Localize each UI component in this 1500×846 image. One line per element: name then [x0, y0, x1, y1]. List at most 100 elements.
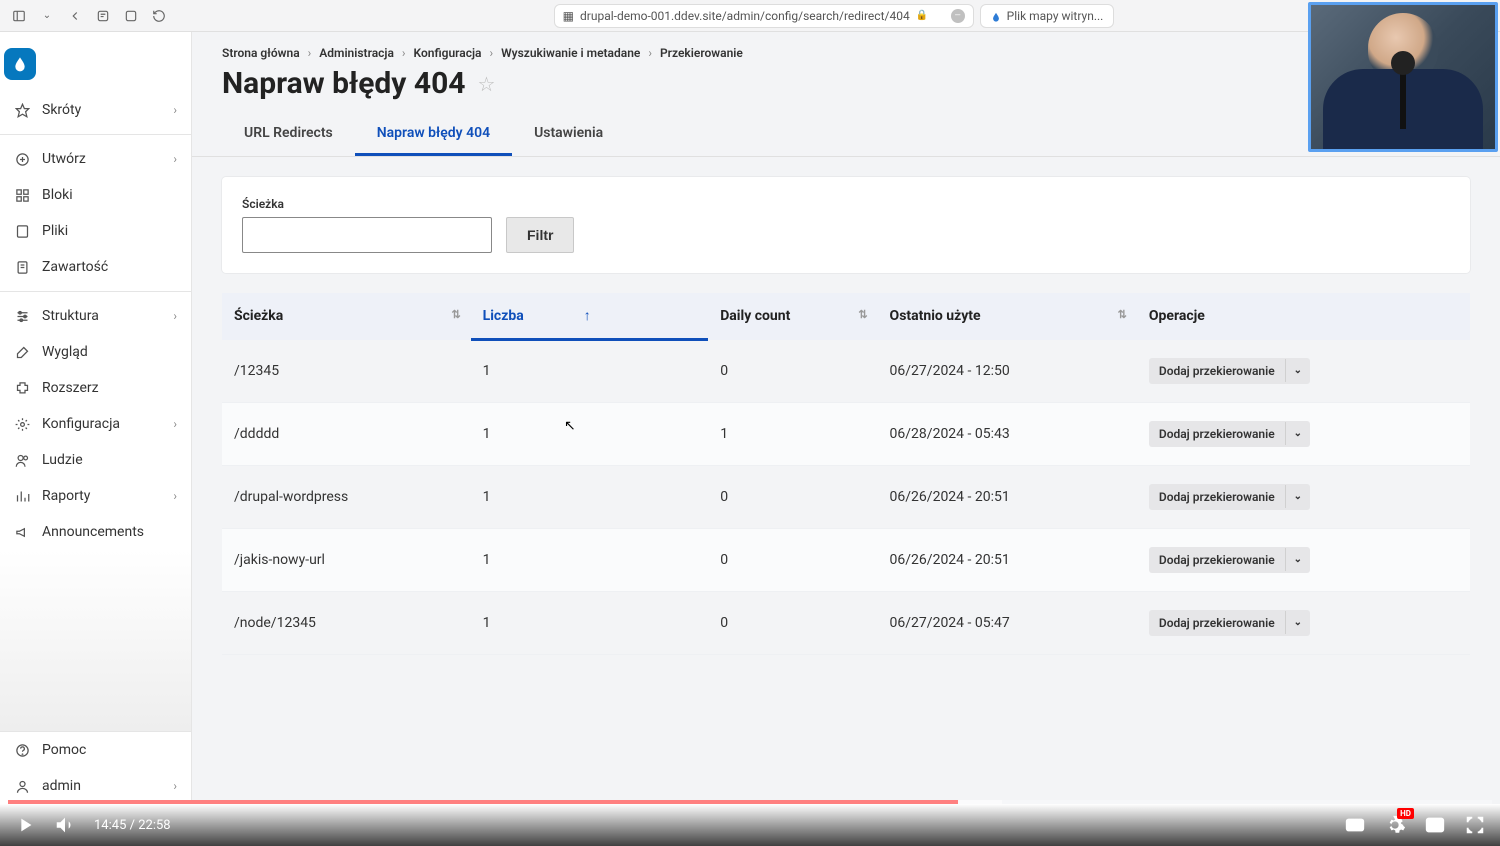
column-header[interactable]: Daily count⇅	[708, 293, 877, 340]
play-button[interactable]	[14, 814, 36, 836]
sidebar-item-label: Konfiguracja	[42, 416, 120, 432]
cell-last: 06/26/2024 - 20:51	[878, 528, 1137, 591]
tabs: URL RedirectsNapraw błędy 404Ustawienia	[192, 113, 1500, 157]
sidebar-item-label: Struktura	[42, 308, 99, 324]
chevron-right-icon: ›	[173, 152, 177, 166]
sidebar-item-label: Raporty	[42, 488, 90, 504]
add-redirect-button[interactable]: Dodaj przekierowanie⌄	[1149, 358, 1310, 384]
bookmark-pill[interactable]: Plik mapy witryn...	[980, 4, 1115, 28]
sidebar-item-chart[interactable]: Raporty›	[0, 478, 191, 514]
breadcrumb-link[interactable]: Konfiguracja	[414, 46, 482, 60]
sidebar-item-sliders[interactable]: Struktura›	[0, 298, 191, 334]
filter-button[interactable]: Filtr	[506, 217, 574, 253]
redirect-table: Ścieżka⇅Liczba↑Daily count⇅Ostatnio użyt…	[222, 293, 1470, 655]
add-redirect-button[interactable]: Dodaj przekierowanie⌄	[1149, 547, 1310, 573]
sidebar-item-label: admin	[42, 778, 81, 794]
breadcrumb-link[interactable]: Administracja	[319, 46, 394, 60]
sort-asc-icon: ↑	[584, 308, 591, 324]
sidebar-item-gears[interactable]: Konfiguracja ›	[0, 406, 191, 442]
filter-path-input[interactable]	[242, 217, 492, 253]
tab[interactable]: URL Redirects	[222, 113, 355, 156]
chevron-down-icon[interactable]: ⌄	[1285, 611, 1310, 634]
gears-icon	[14, 416, 30, 432]
column-header[interactable]: Ścieżka⇅	[222, 293, 471, 340]
breadcrumb-separator: ›	[648, 46, 652, 60]
cell-daily: 0	[708, 591, 877, 654]
sidebar-item-brush[interactable]: Wygląd	[0, 334, 191, 370]
chevron-down-icon[interactable]: ⌄	[1285, 422, 1310, 445]
sidebar-item-doc[interactable]: Zawartość	[0, 249, 191, 285]
table-row: /123451006/27/2024 - 12:50Dodaj przekier…	[222, 340, 1470, 403]
star-icon[interactable]: ☆	[478, 72, 496, 96]
sidebar-item-people[interactable]: Ludzie	[0, 442, 191, 478]
chevron-down-icon[interactable]: ⌄	[1285, 359, 1310, 382]
bookmark-label: Plik mapy witryn...	[1007, 9, 1104, 23]
back-button[interactable]	[64, 5, 86, 27]
sidebar-item-user[interactable]: admin ›	[0, 768, 191, 804]
help-icon	[14, 742, 30, 758]
add-redirect-button[interactable]: Dodaj przekierowanie⌄	[1149, 610, 1310, 636]
column-header[interactable]: Liczba↑	[471, 293, 709, 340]
settings-button[interactable]	[1384, 814, 1406, 836]
player-bar: 14:45 / 22:58	[0, 804, 1500, 846]
refresh-icon[interactable]	[148, 5, 170, 27]
column-label: Daily count	[720, 308, 790, 324]
stop-icon[interactable]: —	[951, 9, 965, 23]
cell-path: /ddddd	[222, 402, 471, 465]
cell-count: 1	[471, 528, 709, 591]
cell-last: 06/27/2024 - 05:47	[878, 591, 1137, 654]
tab[interactable]: Napraw błędy 404	[355, 113, 512, 156]
sidebar-item-label: Pliki	[42, 223, 68, 239]
breadcrumb-separator: ›	[402, 46, 406, 60]
fullscreen-button[interactable]	[1464, 814, 1486, 836]
cell-daily: 0	[708, 528, 877, 591]
tab[interactable]: Ustawienia	[512, 113, 625, 156]
captions-button[interactable]	[1344, 814, 1366, 836]
chevron-right-icon: ›	[173, 417, 177, 431]
cell-count: 1	[471, 340, 709, 403]
sidebar-item-megaphone[interactable]: Announcements	[0, 514, 191, 550]
address-bar[interactable]: ▦ drupal-demo-001.ddev.site/admin/config…	[554, 4, 974, 28]
chevron-down-icon[interactable]: ⌄	[1285, 485, 1310, 508]
cell-path: /jakis-nowy-url	[222, 528, 471, 591]
miniplayer-button[interactable]	[1424, 814, 1446, 836]
sidebar-item-file[interactable]: Pliki	[0, 213, 191, 249]
add-redirect-button[interactable]: Dodaj przekierowanie⌄	[1149, 484, 1310, 510]
drupal-logo[interactable]	[4, 48, 36, 80]
chevron-right-icon: ›	[173, 779, 177, 793]
chevron-right-icon: ›	[173, 103, 177, 117]
op-label: Dodaj przekierowanie	[1149, 484, 1285, 510]
sidebar-item-star[interactable]: Skróty›	[0, 92, 191, 128]
breadcrumb-link[interactable]: Wyszukiwanie i metadane	[501, 46, 640, 60]
sidebar-item-plus[interactable]: Utwórz›	[0, 141, 191, 177]
breadcrumb-link[interactable]: Strona główna	[222, 46, 300, 60]
sidebar-item-help[interactable]: Pomoc	[0, 732, 191, 768]
column-header[interactable]: Ostatnio użyte⇅	[878, 293, 1137, 340]
add-redirect-button[interactable]: Dodaj przekierowanie⌄	[1149, 421, 1310, 447]
microphone-icon	[1400, 69, 1406, 129]
page-title: Napraw błędy 404	[222, 66, 466, 101]
cell-path: /node/12345	[222, 591, 471, 654]
volume-button[interactable]	[54, 814, 76, 836]
op-label: Dodaj przekierowanie	[1149, 547, 1285, 573]
cell-last: 06/26/2024 - 20:51	[878, 465, 1137, 528]
user-icon	[14, 778, 30, 794]
table-row: /jakis-nowy-url1006/26/2024 - 20:51 Dodaj…	[222, 528, 1470, 591]
chevron-down-icon[interactable]: ⌄	[1285, 548, 1310, 571]
tool-icon-2[interactable]	[120, 5, 142, 27]
sidebar-item-label: Ludzie	[42, 452, 83, 468]
sidebar-toggle-icon[interactable]	[8, 5, 30, 27]
sidebar-item-puzzle[interactable]: Rozszerz	[0, 370, 191, 406]
breadcrumb-link[interactable]: Przekierowanie	[660, 46, 743, 60]
chevron-down-icon[interactable]: ⌄	[36, 5, 58, 27]
lock-icon: 🔒	[916, 10, 928, 21]
sidebar-item-label: Bloki	[42, 187, 73, 203]
sidebar-item-grid[interactable]: Bloki	[0, 177, 191, 213]
tool-icon-1[interactable]	[92, 5, 114, 27]
table-row: /drupal-wordpress1006/26/2024 - 20:51Dod…	[222, 465, 1470, 528]
column-label: Ścieżka	[234, 308, 283, 324]
shield-icon: ▦	[563, 9, 574, 23]
puzzle-icon	[14, 380, 30, 396]
people-icon	[14, 452, 30, 468]
file-icon	[14, 223, 30, 239]
